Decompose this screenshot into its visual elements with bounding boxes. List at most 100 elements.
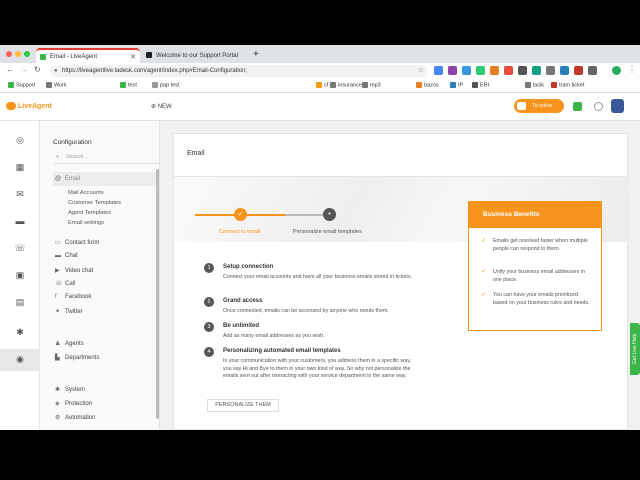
sidebar-item-agents[interactable]: ♟ Agents <box>55 340 84 347</box>
reload-icon[interactable]: ↻ <box>34 65 41 74</box>
live-help-button[interactable]: Get Live Help <box>630 323 640 375</box>
tickets-icon[interactable]: ▦ <box>14 161 26 173</box>
dashboard-icon[interactable]: ◎ <box>14 134 26 146</box>
sidebar-subitem-mail-accounts[interactable]: Mail Accounts <box>68 190 104 196</box>
bookmark-favicon-icon <box>316 82 322 88</box>
form-icon: ▭ <box>55 240 61 246</box>
address-bar[interactable]: ● https://liveagentlive.ladesk.com/agent… <box>50 65 428 77</box>
extension-icon[interactable] <box>560 66 569 75</box>
tab-email-liveagent[interactable]: Email - LiveAgent ✕ <box>36 48 140 63</box>
plugins-icon[interactable]: ◉ <box>14 353 26 365</box>
extension-icon[interactable] <box>490 66 499 75</box>
sidebar-item-departments[interactable]: ▙ Departments <box>55 354 99 361</box>
tab-title: Email - LiveAgent <box>50 53 98 60</box>
new-tab-button[interactable]: + <box>253 49 259 60</box>
phone-icon[interactable]: ☏ <box>14 242 26 254</box>
liveagent-logo[interactable]: LiveAgent <box>6 102 52 110</box>
sidebar-item-email[interactable]: @ Email <box>55 176 80 182</box>
close-tab-icon[interactable]: ✕ <box>130 53 136 61</box>
bookmark-tram-ticket[interactable]: tram ticket <box>551 82 584 88</box>
extension-icon[interactable] <box>448 66 457 75</box>
bookmark-mp3[interactable]: mp3 <box>362 82 381 88</box>
step-description: Once connected, emails can be accessed b… <box>223 308 389 314</box>
contacts-icon[interactable]: ▣ <box>14 269 26 281</box>
shield-icon: ◈ <box>55 401 60 407</box>
sidebar-subitem-agent-templates[interactable]: Agent Templates <box>68 210 111 216</box>
extension-icon[interactable] <box>588 66 597 75</box>
benefit-item: ✓ You can have your emails prioritized ba… <box>481 292 590 306</box>
step-personalize-icon[interactable]: • <box>323 208 336 221</box>
screen: Email - LiveAgent ✕ Welcome to our Suppo… <box>0 0 640 480</box>
extension-icon[interactable] <box>434 66 443 75</box>
back-icon[interactable]: ← <box>6 65 14 74</box>
sidebar-item-call[interactable]: ☏ Call <box>55 280 75 287</box>
sidebar-item-automation[interactable]: ⚙ Automation <box>55 414 95 421</box>
phone-status-icon[interactable] <box>594 102 603 111</box>
minimize-window-button[interactable] <box>15 51 21 57</box>
extension-icon[interactable] <box>504 66 513 75</box>
sidebar-subitem-email-settings[interactable]: Email settings <box>68 220 104 226</box>
extension-icon[interactable] <box>574 66 583 75</box>
gear-icon[interactable]: ✱ <box>14 326 26 338</box>
bookmark-insurance[interactable]: insurance <box>330 82 362 88</box>
sidebar-item-video-chat[interactable]: ▶ Video chat <box>55 267 93 274</box>
sidebar-item-system[interactable]: ✱ System <box>55 386 85 393</box>
bookmark-bazos[interactable]: bazos <box>416 82 439 88</box>
chat-icon[interactable]: ▬ <box>14 215 26 227</box>
benefit-item: ✓ Emails get resolved faster when multipl… <box>481 238 588 252</box>
step-number: 4 <box>204 347 214 357</box>
reports-icon[interactable]: ▤ <box>14 296 26 308</box>
step-title: Personalizing automated email templates <box>223 348 341 354</box>
extension-icon[interactable] <box>546 66 555 75</box>
bookmark-cf[interactable]: cf <box>316 82 328 88</box>
at-icon: @ <box>55 176 62 182</box>
to-solve-button[interactable]: To solve <box>514 99 564 113</box>
step-connect-label: Connect to email <box>219 229 261 235</box>
bookmark-support[interactable]: Support <box>8 82 35 88</box>
bookmark-ip[interactable]: IP <box>450 82 463 88</box>
step-number: 3 <box>204 322 214 332</box>
sidebar-item-protection[interactable]: ◈ Protection <box>55 400 92 407</box>
sidebar-subitem-customer-templates[interactable]: Customer Templates <box>68 200 121 206</box>
bookmark-favicon-icon <box>120 82 126 88</box>
bookmark-eri[interactable]: ERI <box>472 82 489 88</box>
step-personalize-label: Personalize email templates <box>293 229 362 235</box>
gear-icon: ✱ <box>55 387 61 393</box>
extension-icon[interactable] <box>462 66 471 75</box>
step-description: In your communication with your customer… <box>223 358 412 379</box>
maximize-window-button[interactable] <box>24 51 30 57</box>
bookmark-lasik[interactable]: lasik <box>525 82 544 88</box>
tab-support-portal[interactable]: Welcome to our Support Portal <box>142 48 250 63</box>
search-input[interactable]: ⌕ Search ... <box>54 151 160 164</box>
extension-icon[interactable] <box>532 66 541 75</box>
sidebar-item-chat[interactable]: ▬ Chat <box>55 253 78 259</box>
menu-icon[interactable]: ⋮ <box>628 65 636 74</box>
bookmark-work[interactable]: Work <box>46 82 67 88</box>
bookmark-test[interactable]: test <box>120 82 137 88</box>
email-icon[interactable]: ✉ <box>14 188 26 200</box>
new-button[interactable]: ⊕ NEW <box>151 103 172 110</box>
agents-icon: ♟ <box>55 341 61 347</box>
sidebar-item-facebook[interactable]: f Facebook <box>55 294 91 300</box>
personalize-them-button[interactable]: PERSONALIZE THEM <box>207 399 279 412</box>
step-connect-done-icon[interactable]: ✓ <box>234 208 247 221</box>
forward-icon[interactable]: → <box>20 65 28 74</box>
bookmark-pap-test[interactable]: pap test <box>152 82 180 88</box>
extension-icon[interactable] <box>476 66 485 75</box>
close-window-button[interactable] <box>6 51 12 57</box>
bookmark-star-icon[interactable]: ☆ <box>418 65 424 77</box>
configuration-subnav: Configuration ⌕ Search ... @ Email Mail A… <box>40 121 160 430</box>
avatar[interactable] <box>611 99 624 113</box>
tab-strip: Email - LiveAgent ✕ Welcome to our Suppo… <box>0 45 640 63</box>
check-icon: ✓ <box>481 238 487 244</box>
facebook-icon: f <box>55 294 57 300</box>
sidebar-item-contact-form[interactable]: ▭ Contact form <box>55 239 99 246</box>
subnav-scrollbar[interactable] <box>156 169 159 419</box>
chat-status-icon[interactable] <box>573 102 582 111</box>
step-title: Be unlimited <box>223 323 260 329</box>
profile-icon[interactable] <box>612 66 621 75</box>
bookmark-favicon-icon <box>8 82 14 88</box>
logo-icon <box>6 102 16 110</box>
sidebar-item-twitter[interactable]: ✦ Twitter <box>55 308 83 315</box>
extension-icon[interactable] <box>518 66 527 75</box>
